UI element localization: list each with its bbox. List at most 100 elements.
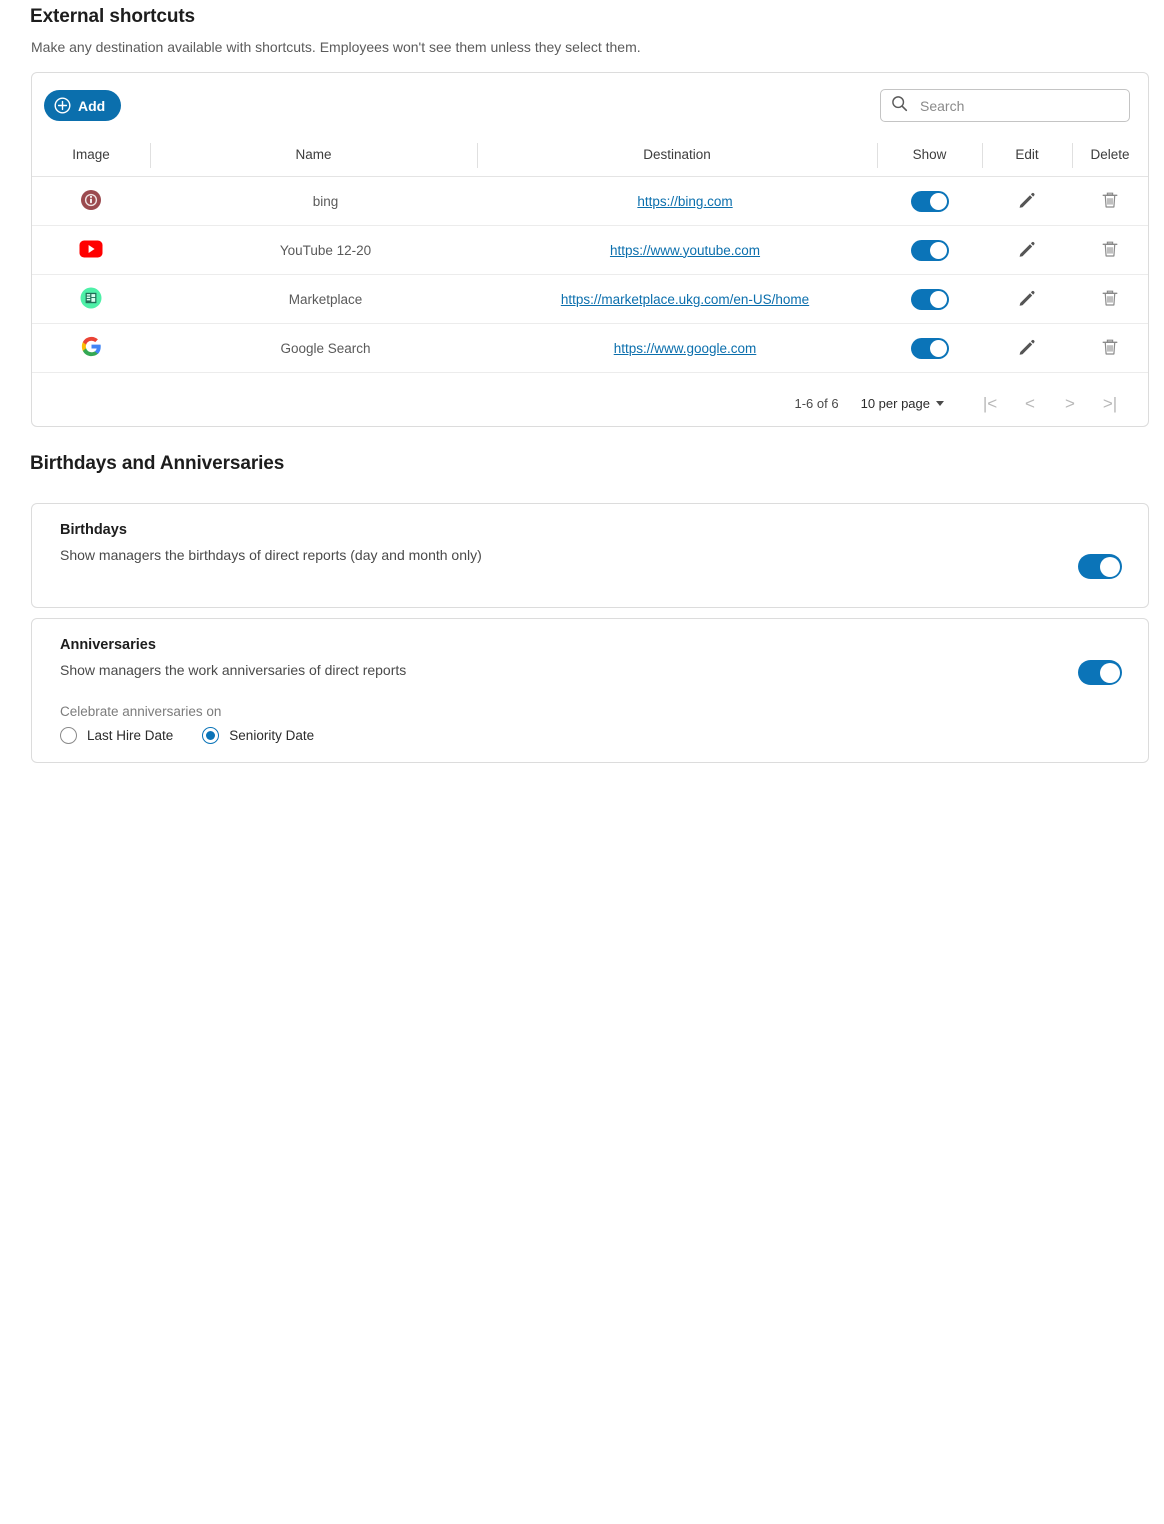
birthdays-toggle[interactable] [1078,554,1122,579]
window-frame-right [0,763,2,1524]
cell-delete [1072,323,1148,373]
table-header-row: Image Name Destination Show Edit Delete [32,135,1148,177]
next-page-button[interactable]: > [1050,395,1090,412]
cell-show [877,225,982,275]
google-icon [81,336,102,360]
column-header-delete: Delete [1072,135,1148,177]
cell-name: Marketplace [150,274,477,324]
pagination-range: 1-6 of 6 [794,396,839,411]
trash-icon [1100,290,1120,311]
column-header-destination: Destination [477,135,877,177]
edit-button[interactable] [1017,190,1037,210]
celebrate-on-radio-group: Last Hire Date Seniority Date [60,727,1126,744]
cell-destination: https://marketplace.ukg.com/en-US/home [477,274,877,324]
first-page-button[interactable]: |< [970,395,1010,412]
cell-edit [982,225,1072,275]
destination-link[interactable]: https://www.youtube.com [610,243,760,258]
destination-link[interactable]: https://www.google.com [614,341,757,356]
anniversaries-title: Anniversaries [60,637,156,653]
add-shortcut-label: Add [78,97,106,114]
cell-delete [1072,274,1148,324]
pencil-icon [1017,290,1037,311]
pencil-icon [1017,339,1037,360]
last-page-button[interactable]: >| [1090,395,1130,412]
cell-image [32,323,150,373]
column-header-show: Show [877,135,982,177]
show-toggle[interactable] [910,239,949,261]
marketplace-icon [80,287,102,312]
cell-image [32,274,150,324]
external-shortcuts-card: Add Image Nam [31,72,1149,427]
delete-button[interactable] [1100,288,1120,308]
show-toggle[interactable] [910,337,949,359]
edit-button[interactable] [1017,288,1037,308]
pencil-icon [1017,241,1037,262]
show-toggle[interactable] [910,288,949,310]
cell-destination: https://www.youtube.com [477,225,877,275]
cell-delete [1072,225,1148,275]
plus-circle-icon [54,97,71,114]
cell-image [32,225,150,275]
cell-name: YouTube 12-20 [150,225,477,275]
edit-button[interactable] [1017,337,1037,357]
edit-button[interactable] [1017,239,1037,259]
anniversaries-description: Show managers the work anniversaries of … [60,662,407,678]
birthdays-description: Show managers the birthdays of direct re… [60,547,482,563]
column-header-edit: Edit [982,135,1072,177]
per-page-selector[interactable]: 10 per page [861,396,944,411]
column-header-image: Image [32,135,150,177]
radio-circle-icon [60,727,77,744]
radio-seniority-date[interactable]: Seniority Date [202,727,314,744]
table-row: Google Search https://www.google.com [32,323,1148,373]
cell-edit [982,323,1072,373]
cell-delete [1072,176,1148,226]
page-title-birthdays-anniversaries: Birthdays and Anniversaries [30,453,285,474]
trash-icon [1100,192,1120,213]
search-box[interactable] [880,89,1130,122]
shortcuts-table: Image Name Destination Show Edit Delete [32,135,1148,373]
birthdays-card: Birthdays Show managers the birthdays of… [31,503,1149,608]
radio-last-hire-date[interactable]: Last Hire Date [60,727,173,744]
table-row: YouTube 12-20 https://www.youtube.com [32,225,1148,275]
anniversaries-toggle-wrap [1078,660,1122,685]
delete-button[interactable] [1100,337,1120,357]
delete-button[interactable] [1100,239,1120,259]
table-row: Marketplace https://marketplace.ukg.com/… [32,274,1148,324]
cell-destination: https://bing.com [477,176,877,226]
column-header-name: Name [150,135,477,177]
celebrate-on-label: Celebrate anniversaries on [60,704,222,719]
cell-edit [982,176,1072,226]
show-toggle[interactable] [910,190,949,212]
add-shortcut-button[interactable]: Add [44,90,122,121]
settings-page: External shortcuts Make any destination … [2,0,1162,763]
cell-edit [982,274,1072,324]
anniversaries-card: Anniversaries Show managers the work ann… [31,618,1149,763]
trash-icon [1100,339,1120,360]
cell-show [877,323,982,373]
external-shortcuts-description: Make any destination available with shor… [31,39,641,55]
radio-label-seniority-date: Seniority Date [229,728,315,743]
chevron-down-icon [936,401,944,406]
pagination: 1-6 of 6 10 per page |< < > >| [795,395,1131,412]
broken-image-icon [80,189,102,214]
per-page-label: 10 per page [860,396,930,411]
destination-link[interactable]: https://marketplace.ukg.com/en-US/home [561,292,809,307]
radio-label-last-hire-date: Last Hire Date [87,728,174,743]
destination-link[interactable]: https://bing.com [637,194,732,209]
delete-button[interactable] [1100,190,1120,210]
table-row: bing https://bing.com [32,176,1148,226]
trash-icon [1100,241,1120,262]
cell-show [877,274,982,324]
search-icon [891,95,908,117]
birthdays-title: Birthdays [60,522,127,538]
previous-page-button[interactable]: < [1010,395,1050,412]
cell-destination: https://www.google.com [477,323,877,373]
cell-name: bing [150,176,477,226]
youtube-icon [79,240,103,261]
cell-show [877,176,982,226]
birthdays-toggle-wrap [1078,554,1122,579]
anniversaries-toggle[interactable] [1078,660,1122,685]
radio-circle-selected-icon [202,727,220,744]
search-input[interactable] [918,90,1119,121]
cell-image [32,176,150,226]
